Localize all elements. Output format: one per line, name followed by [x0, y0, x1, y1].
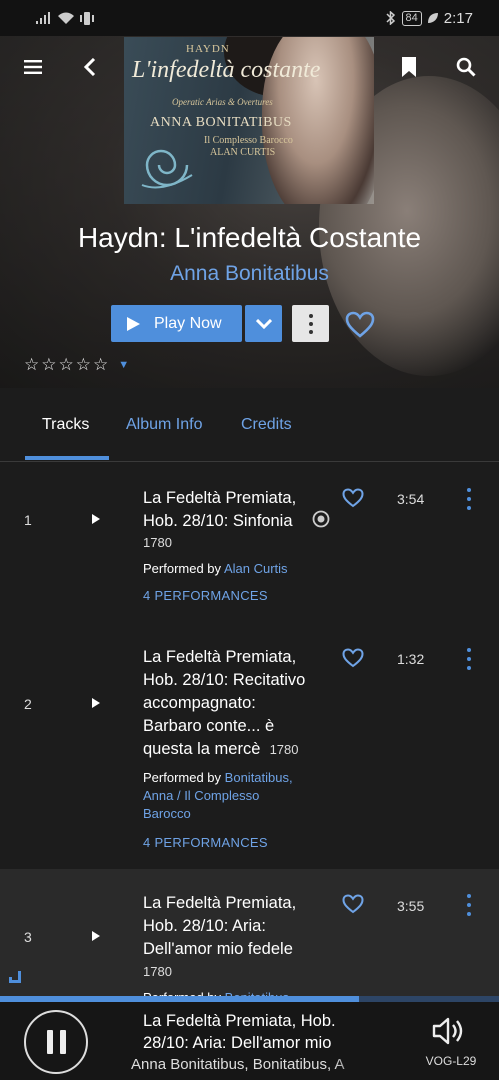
track-duration: 3:54 — [397, 491, 425, 507]
pause-icon-bar — [59, 1030, 66, 1054]
signal-icon — [36, 12, 50, 24]
star-icon[interactable]: ☆ — [93, 356, 108, 373]
track-more-button[interactable] — [462, 894, 476, 916]
track-duration: 1:32 — [397, 651, 425, 667]
track-number: 1 — [24, 512, 32, 528]
track-title[interactable]: La Fedeltà Premiata, Hob. 28/10: Sinfoni… — [143, 487, 318, 533]
wifi-icon — [58, 12, 74, 24]
heart-icon[interactable] — [342, 894, 364, 914]
play-track-icon[interactable] — [90, 697, 102, 709]
performances-link[interactable]: 4 PERFORMANCES — [143, 588, 268, 603]
tab-tracks[interactable]: Tracks — [42, 416, 89, 434]
star-icon[interactable]: ☆ — [41, 356, 56, 373]
menu-icon — [24, 60, 42, 74]
track-year: 1780 — [143, 964, 172, 979]
play-now-button[interactable]: Play Now — [111, 305, 242, 342]
performer-link[interactable]: Alan Curtis — [224, 561, 288, 576]
bluetooth-icon — [386, 11, 395, 25]
star-icon[interactable]: ☆ — [24, 356, 39, 373]
clock: 2:17 — [443, 9, 473, 27]
album-more-button[interactable] — [292, 305, 329, 342]
play-track-icon[interactable] — [90, 513, 102, 525]
rating-stars[interactable]: ☆ ☆ ☆ ☆ ☆ ▼ — [24, 356, 129, 373]
play-icon — [127, 316, 140, 331]
cover-subtitle: Operatic Arias & Overtures — [172, 97, 273, 107]
rating-dropdown-icon[interactable]: ▼ — [118, 359, 129, 371]
track-more-button[interactable] — [462, 648, 476, 670]
cover-artist: ANNA BONITATIBUS — [150, 115, 292, 130]
chevron-left-icon — [84, 58, 96, 76]
tab-album-info[interactable]: Album Info — [126, 416, 202, 434]
active-tab-indicator — [25, 456, 109, 460]
album-tabs: Tracks Album Info Credits — [0, 388, 499, 462]
album-title: Haydn: L'infedeltà Costante — [77, 222, 422, 253]
output-device-label[interactable]: VOG-L29 — [410, 1054, 492, 1068]
leaf-icon — [427, 13, 438, 23]
cover-ensemble: Il Complesso Barocco — [204, 135, 293, 146]
pause-button[interactable] — [24, 1010, 88, 1074]
battery-level: 84 — [401, 10, 422, 26]
now-playing-bar: La Fedeltà Premiata, Hob. 28/10: Aria: D… — [0, 1002, 499, 1080]
track-number: 2 — [24, 696, 32, 712]
performer-link[interactable]: Bonitatibus, — [225, 770, 293, 785]
album-artist-link[interactable]: Anna Bonitatibus — [0, 262, 499, 286]
search-icon — [456, 57, 476, 77]
now-playing-title[interactable]: La Fedeltà Premiata, Hob. 28/10: Aria: D… — [143, 1010, 358, 1054]
track-title[interactable]: La Fedeltà Premiata, Hob. 28/10: Recitat… — [143, 646, 318, 761]
track-year: 1780 — [269, 742, 299, 757]
tab-credits[interactable]: Credits — [241, 416, 292, 434]
pause-icon-bar — [46, 1030, 53, 1054]
play-options-button[interactable] — [245, 305, 282, 342]
star-icon[interactable]: ☆ — [59, 356, 74, 373]
heart-icon — [345, 311, 375, 338]
track-year: 1780 — [143, 535, 172, 550]
search-button[interactable] — [448, 49, 484, 85]
bookmark-button[interactable] — [391, 49, 427, 85]
heart-icon[interactable] — [342, 488, 364, 508]
cover-composer: HAYDN — [186, 43, 230, 55]
performer-link[interactable]: Anna / Il Complesso — [143, 788, 259, 803]
track-row-playing[interactable]: 3 La Fedeltà Premiata, Hob. 28/10: Aria:… — [0, 869, 499, 1005]
volume-icon[interactable] — [432, 1016, 466, 1046]
performances-link[interactable]: 4 PERFORMANCES — [143, 835, 268, 850]
track-duration: 3:55 — [397, 898, 425, 914]
album-header: HAYDN L'infedeltà costante Operatic Aria… — [0, 36, 499, 388]
menu-button[interactable] — [15, 49, 51, 85]
vibrate-icon — [80, 11, 94, 25]
track-title[interactable]: La Fedeltà Premiata, Hob. 28/10: Aria: D… — [143, 892, 318, 961]
track-number: 3 — [24, 929, 32, 945]
album-favorite-button[interactable] — [342, 306, 378, 342]
heart-icon[interactable] — [342, 648, 364, 668]
queue-icon[interactable] — [8, 970, 22, 984]
track-more-button[interactable] — [462, 488, 476, 510]
bookmark-icon — [402, 57, 416, 77]
cover-conductor: ALAN CURTIS — [210, 147, 276, 158]
now-playing-artist: Anna Bonitatibus, Bonitatibus, A — [131, 1056, 345, 1073]
play-track-icon[interactable] — [90, 930, 102, 942]
track-performers: Performed by Bonitatibus, Anna / Il Comp… — [143, 770, 293, 821]
track-row[interactable]: 1 La Fedeltà Premiata, Hob. 28/10: Sinfo… — [0, 463, 499, 623]
playing-target-icon — [312, 510, 330, 528]
track-performers: Performed by Alan Curtis — [143, 561, 288, 576]
kebab-icon — [308, 313, 313, 334]
play-now-label: Play Now — [154, 314, 222, 332]
cover-title: L'infedeltà costante — [132, 57, 321, 83]
status-bar: 84 2:17 — [0, 0, 499, 36]
cover-ornament — [141, 149, 193, 189]
chevron-down-icon — [255, 318, 272, 329]
track-row[interactable]: 2 La Fedeltà Premiata, Hob. 28/10: Recit… — [0, 623, 499, 869]
performer-link[interactable]: Barocco — [143, 806, 191, 821]
album-cover[interactable]: HAYDN L'infedeltà costante Operatic Aria… — [124, 37, 374, 204]
star-icon[interactable]: ☆ — [76, 356, 91, 373]
back-button[interactable] — [72, 49, 108, 85]
